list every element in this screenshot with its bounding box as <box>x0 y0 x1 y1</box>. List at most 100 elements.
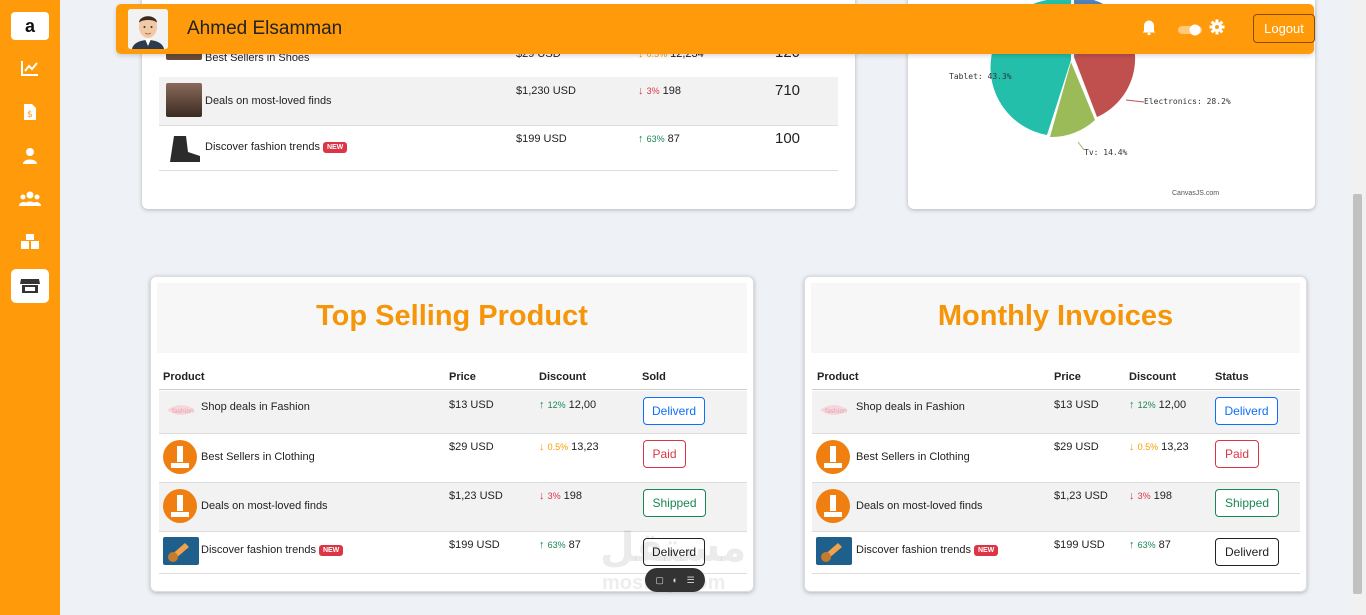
discount-value: 87 <box>1158 539 1171 551</box>
product-thumbnail <box>163 489 197 523</box>
pie-label-tv: Tv: 14.4% <box>1084 148 1128 157</box>
new-badge: NEW <box>318 544 344 556</box>
arrow-up-icon: ↑ <box>539 399 545 411</box>
chart-credit[interactable]: CanvasJS.com <box>1172 190 1219 197</box>
discount-value: 198 <box>662 85 681 97</box>
product-thumbnail <box>816 489 850 523</box>
table-row: Discover fashion trends NEW $199 USD ↑ 63… <box>812 532 1300 574</box>
arrow-up-icon: ↑ <box>1129 539 1135 551</box>
product-discount: ↑ 12% 12,00 <box>1129 399 1186 411</box>
product-thumbnail <box>816 537 852 565</box>
product-discount: ↓ 3% 198 <box>638 85 681 97</box>
discount-percent: 63% <box>547 540 566 550</box>
logo-letter: a <box>24 15 35 36</box>
monthly-invoices-card: Monthly Invoices Product Price Discount … <box>804 276 1307 592</box>
arrow-down-icon: ↓ <box>539 490 545 502</box>
product-price: $199 USD <box>516 133 567 145</box>
floating-toolbar: ▢ ◐ ☰ <box>645 568 705 592</box>
product-price: $13 USD <box>449 399 494 411</box>
column-header-discount: Discount <box>539 371 587 383</box>
table-row: Deals on most-loved finds $1,23 USD ↓ 3%… <box>812 483 1300 532</box>
discount-value: 87 <box>667 133 680 145</box>
product-name: Best Sellers in Clothing <box>856 451 970 463</box>
product-discount: ↑ 63% 87 <box>539 539 581 551</box>
discount-value: 198 <box>1153 490 1172 502</box>
arrow-down-icon: ↓ <box>539 441 545 453</box>
product-thumbnail <box>816 440 850 474</box>
discount-value: 12,00 <box>1158 399 1187 411</box>
status-button-paid[interactable]: Paid <box>1215 440 1259 468</box>
column-header-product: Product <box>817 371 859 383</box>
gear-icon[interactable] <box>1209 19 1225 40</box>
table-row: Deals on most-loved finds $1,230 USD ↓ 3… <box>159 77 838 126</box>
table-row: Best Sellers in Clothing $29 USD ↓ 0.5% … <box>812 434 1300 483</box>
product-name: Shop deals in Fashion <box>201 401 310 413</box>
table-row: Best Sellers in Clothing $29 USD ↓ 0.5% … <box>159 434 747 483</box>
product-name: Deals on most-loved finds <box>856 500 983 512</box>
logout-button[interactable]: Logout <box>1253 14 1315 43</box>
chart-line-icon[interactable] <box>11 53 49 83</box>
product-discount: ↑ 12% 12,00 <box>539 399 596 411</box>
new-badge: NEW <box>973 544 999 556</box>
boxes-icon[interactable] <box>11 227 49 257</box>
chat-icon[interactable]: ▢ <box>655 575 664 586</box>
product-thumbnail <box>166 83 202 117</box>
discount-value: 198 <box>563 490 582 502</box>
pie-label-electronics: Electronics: 28.2% <box>1144 97 1231 106</box>
product-discount: ↓ 3% 198 <box>539 490 582 502</box>
discount-percent: 63% <box>1137 540 1156 550</box>
bell-icon[interactable] <box>1142 19 1156 40</box>
card-header: Top Selling Product <box>157 283 747 353</box>
discount-value: 13,23 <box>571 441 599 453</box>
product-name: Discover fashion trends NEW <box>205 141 348 153</box>
discount-percent: 0.5% <box>1137 442 1159 452</box>
toggle-icon[interactable]: ◐ <box>673 575 678 585</box>
store-icon[interactable] <box>11 269 49 303</box>
theme-toggle[interactable] <box>1178 23 1202 36</box>
user-icon[interactable] <box>11 141 49 171</box>
product-discount: ↓ 0.5% 13,23 <box>539 441 599 453</box>
svg-text:$: $ <box>27 110 33 120</box>
product-name: Deals on most-loved finds <box>205 95 332 107</box>
scrollbar[interactable] <box>1349 0 1366 615</box>
product-sold: 100 <box>775 130 801 147</box>
status-button-delivered[interactable]: Deliverd <box>643 397 705 425</box>
column-header-price: Price <box>1054 371 1081 383</box>
discount-percent: 12% <box>1137 400 1156 410</box>
boot-image <box>166 132 202 166</box>
product-discount: ↑ 63% 87 <box>1129 539 1171 551</box>
status-button-delivered[interactable]: Deliverd <box>1215 538 1279 566</box>
avatar[interactable] <box>128 9 168 49</box>
arrow-up-icon: ↑ <box>638 133 644 145</box>
discount-percent: 3% <box>646 86 660 96</box>
svg-text:fashion: fashion <box>172 408 194 415</box>
product-discount: ↓ 3% 198 <box>1129 490 1172 502</box>
product-name-text: Discover fashion trends <box>205 141 320 153</box>
menu-icon[interactable]: ☰ <box>687 575 695 586</box>
table-row: Discover fashion trends NEW $199 USD ↑ 63… <box>159 126 838 171</box>
amazon-logo[interactable]: a <box>11 12 49 40</box>
header-divider <box>159 389 747 390</box>
discount-percent: 12% <box>547 400 566 410</box>
card-header: Monthly Invoices <box>811 283 1300 353</box>
arrow-up-icon: ↑ <box>1129 399 1135 411</box>
column-header-price: Price <box>449 371 476 383</box>
label-line-electronics <box>1125 99 1145 103</box>
product-price: $1,23 USD <box>449 490 503 502</box>
card-title: Monthly Invoices <box>937 300 1174 332</box>
status-button-shipped[interactable]: Shipped <box>1215 489 1279 517</box>
scrollbar-thumb[interactable] <box>1353 194 1362 594</box>
product-price: $29 USD <box>1054 441 1099 453</box>
product-name: Discover fashion trends NEW <box>856 544 999 556</box>
arrow-up-icon: ↑ <box>539 539 545 551</box>
status-button-delivered[interactable]: Deliverd <box>1215 397 1278 425</box>
status-button-paid[interactable]: Paid <box>643 440 686 468</box>
watermark: مستقل <box>600 525 747 571</box>
status-button-shipped[interactable]: Shipped <box>643 489 706 517</box>
product-discount: ↑ 63% 87 <box>638 133 680 145</box>
invoice-icon[interactable]: $ <box>11 97 49 127</box>
product-name-text: Discover fashion trends <box>201 544 316 556</box>
pie-label-tablet: Tablet: 43.3% <box>949 72 1012 81</box>
users-icon[interactable] <box>11 184 49 214</box>
svg-text:fashion: fashion <box>825 408 847 415</box>
